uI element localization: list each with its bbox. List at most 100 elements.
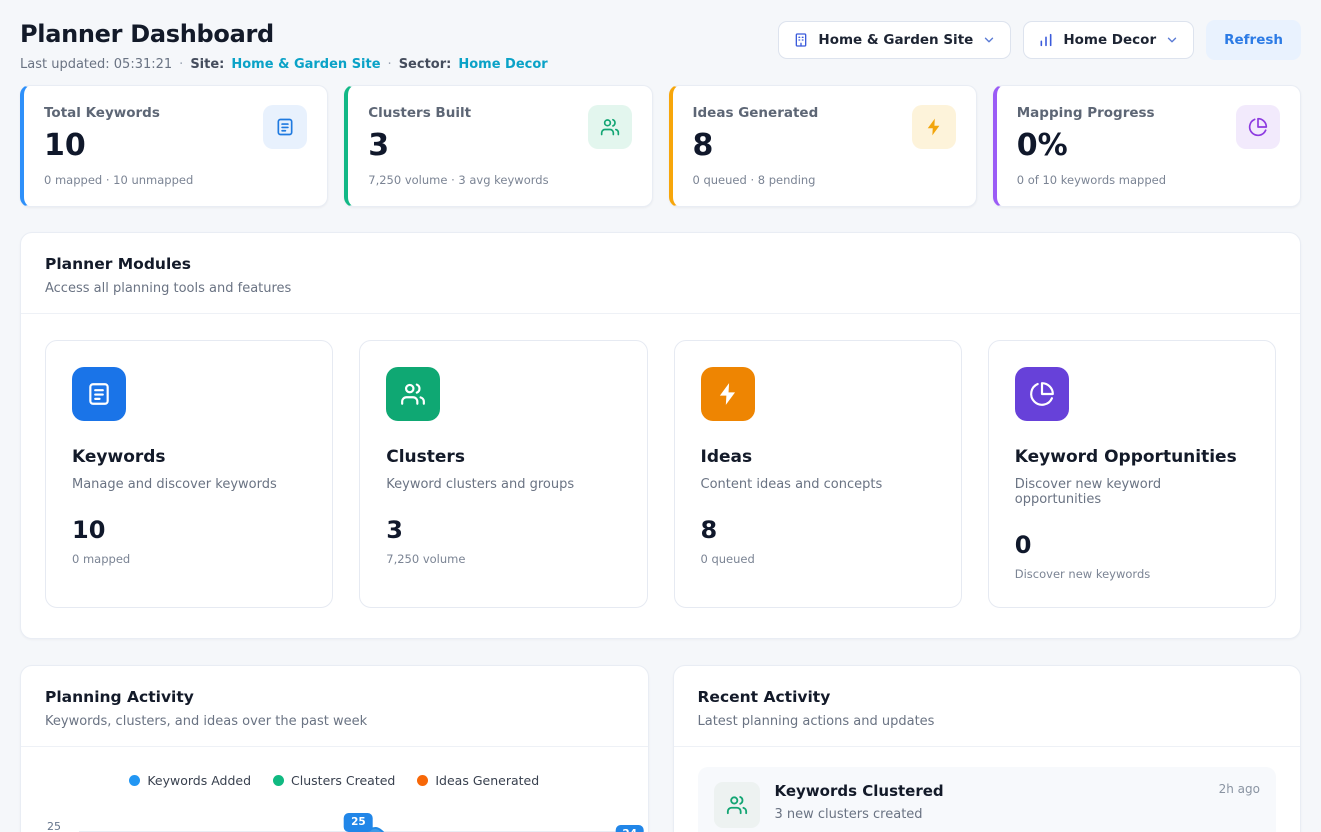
legend-label: Ideas Generated [435,773,539,788]
module-description: Content ideas and concepts [701,477,935,492]
site-selector-label: Home & Garden Site [818,32,973,48]
planner-modules-header: Planner Modules Access all planning tool… [21,233,1300,314]
module-title: Clusters [386,447,620,467]
sector-link[interactable]: Home Decor [458,57,547,72]
recent-activity-panel: Recent Activity Latest planning actions … [673,665,1302,832]
users-icon [386,367,440,421]
meta-separator: · [388,57,392,72]
site-link[interactable]: Home & Garden Site [231,57,380,72]
stat-card-mapping-progress: Mapping Progress 0% 0 of 10 keywords map… [993,85,1301,207]
chart-legend: Keywords Added Clusters Created Ideas Ge… [45,773,624,788]
module-description: Manage and discover keywords [72,477,306,492]
stats-row: Total Keywords 10 0 mapped · 10 unmapped… [0,85,1321,207]
panel-subtitle: Latest planning actions and updates [698,714,1277,729]
sector-selector-label: Home Decor [1063,32,1156,48]
stat-label: Mapping Progress [1017,105,1166,121]
planning-activity-body: Keywords Added Clusters Created Ideas Ge… [21,747,648,832]
stat-label: Ideas Generated [693,105,819,121]
chevron-down-icon [982,33,996,47]
document-icon [263,105,307,149]
stat-value: 8 [693,128,819,163]
panel-subtitle: Keywords, clusters, and ideas over the p… [45,714,624,729]
chevron-down-icon [1165,33,1179,47]
section-subtitle: Access all planning tools and features [45,281,1276,296]
legend-dot [273,775,284,786]
stat-info: Ideas Generated 8 0 queued · 8 pending [693,105,819,187]
users-icon [588,105,632,149]
module-title: Ideas [701,447,935,467]
module-title: Keywords [72,447,306,467]
module-subtext: 0 queued [701,552,935,566]
stat-label: Clusters Built [368,105,548,121]
module-value: 10 [72,516,306,544]
stat-label: Total Keywords [44,105,193,121]
activity-description: 3 new clusters created [775,807,944,822]
stat-card-clusters-built: Clusters Built 3 7,250 volume · 3 avg ke… [344,85,652,207]
site-label: Site: [190,57,224,72]
legend-item-keywords-added: Keywords Added [129,773,251,788]
module-value: 0 [1015,531,1249,559]
bottom-panels: Planning Activity Keywords, clusters, an… [20,665,1301,832]
stat-info: Total Keywords 10 0 mapped · 10 unmapped [44,105,193,187]
site-selector-dropdown[interactable]: Home & Garden Site [778,21,1011,59]
module-card-ideas[interactable]: Ideas Content ideas and concepts 8 0 que… [674,340,962,608]
module-description: Discover new keyword opportunities [1015,477,1249,507]
page-meta: Last updated: 05:31:21 · Site: Home & Ga… [20,57,548,72]
bar-chart-icon [1038,32,1054,48]
planning-activity-header: Planning Activity Keywords, clusters, an… [21,666,648,747]
stat-card-total-keywords: Total Keywords 10 0 mapped · 10 unmapped [20,85,328,207]
sector-label: Sector: [399,57,452,72]
page-title: Planner Dashboard [20,20,548,48]
y-axis-tick: 25 [47,820,61,832]
module-value: 8 [701,516,935,544]
modules-grid: Keywords Manage and discover keywords 10… [21,314,1300,638]
stat-value: 10 [44,128,193,163]
module-subtext: 7,250 volume [386,552,620,566]
stat-value: 3 [368,128,548,163]
module-title: Keyword Opportunities [1015,447,1249,467]
recent-activity-body: Keywords Clustered 3 new clusters create… [674,747,1301,832]
stat-info: Clusters Built 3 7,250 volume · 3 avg ke… [368,105,548,187]
activity-timestamp: 2h ago [1219,782,1260,796]
module-subtext: Discover new keywords [1015,567,1249,581]
module-card-keywords[interactable]: Keywords Manage and discover keywords 10… [45,340,333,608]
refresh-button[interactable]: Refresh [1206,20,1301,60]
last-updated-text: Last updated: 05:31:21 [20,57,172,72]
module-value: 3 [386,516,620,544]
planner-modules-section: Planner Modules Access all planning tool… [20,232,1301,639]
building-icon [793,32,809,48]
stat-subtext: 7,250 volume · 3 avg keywords [368,173,548,187]
section-title: Planner Modules [45,255,1276,273]
legend-label: Clusters Created [291,773,395,788]
stat-info: Mapping Progress 0% 0 of 10 keywords map… [1017,105,1166,187]
lightning-icon [701,367,755,421]
stat-subtext: 0 of 10 keywords mapped [1017,173,1166,187]
stat-card-ideas-generated: Ideas Generated 8 0 queued · 8 pending [669,85,977,207]
legend-dot [129,775,140,786]
module-card-keyword-opportunities[interactable]: Keyword Opportunities Discover new keywo… [988,340,1276,608]
users-icon [714,782,760,828]
module-subtext: 0 mapped [72,552,306,566]
legend-item-clusters-created: Clusters Created [273,773,395,788]
panel-title: Recent Activity [698,688,1277,706]
meta-separator: · [179,57,183,72]
planning-activity-panel: Planning Activity Keywords, clusters, an… [20,665,649,832]
area-chart: 25 25 24 [45,804,624,832]
legend-dot [417,775,428,786]
pie-chart-icon [1236,105,1280,149]
panel-title: Planning Activity [45,688,624,706]
header-controls: Home & Garden Site Home Decor Refresh [778,20,1301,60]
page-header: Planner Dashboard Last updated: 05:31:21… [0,0,1321,72]
document-icon [72,367,126,421]
stat-value: 0% [1017,128,1166,163]
sector-selector-dropdown[interactable]: Home Decor [1023,21,1194,59]
planner-dashboard-page: Planner Dashboard Last updated: 05:31:21… [0,0,1321,832]
data-point-label: 24 [615,825,644,832]
module-description: Keyword clusters and groups [386,477,620,492]
pie-chart-icon [1015,367,1069,421]
legend-item-ideas-generated: Ideas Generated [417,773,539,788]
legend-label: Keywords Added [147,773,251,788]
module-card-clusters[interactable]: Clusters Keyword clusters and groups 3 7… [359,340,647,608]
data-point-label: 25 [344,813,373,832]
lightning-icon [912,105,956,149]
